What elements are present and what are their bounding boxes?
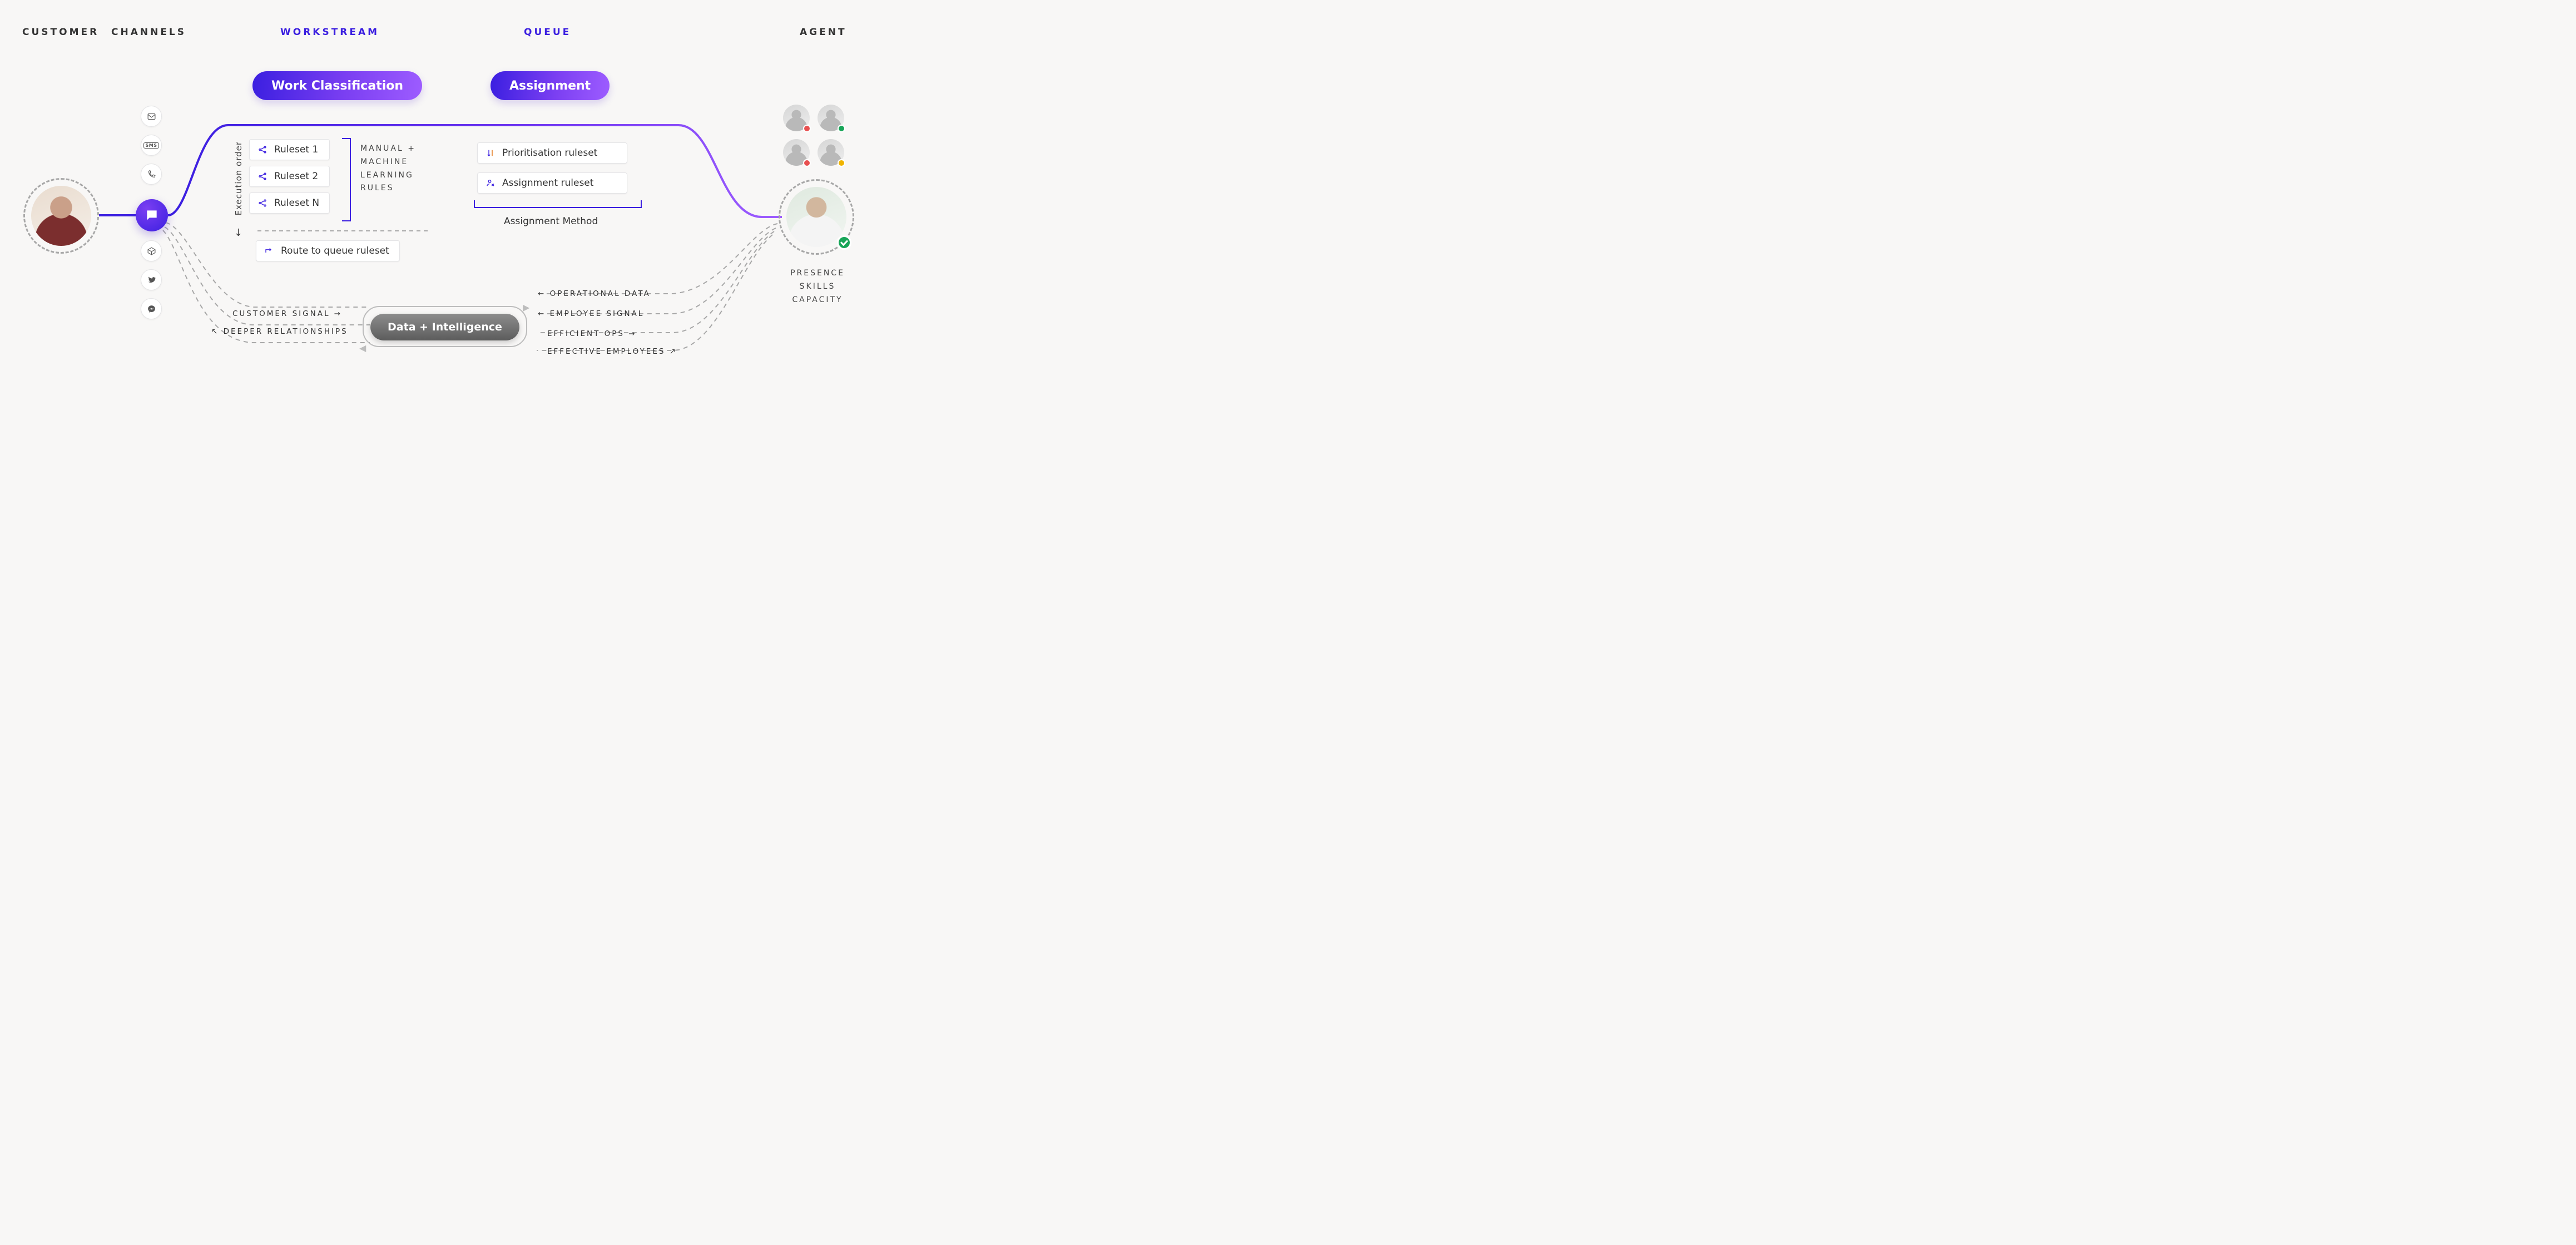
ruleset-n-label: Ruleset N [274,197,319,209]
effective-employees-label: EFFECTIVE EMPLOYEES ↗ [547,347,677,356]
employee-signal-label: ← EMPLOYEE SIGNAL [538,309,644,318]
loop-arrow-left-icon: ◀ [359,343,366,353]
col-queue: QUEUE [524,27,571,38]
ruleset-2-label: Ruleset 2 [274,171,318,182]
sms-icon: SMS [143,142,160,149]
status-away-icon [838,159,845,167]
agent-avatar-ring [779,179,854,255]
twitter-icon [147,275,156,285]
priority-icon [486,148,496,158]
data-intelligence-capsule: Data + Intelligence [370,314,519,340]
status-busy-icon [803,159,811,167]
channel-twitter [141,269,162,290]
connector-lines [0,0,859,415]
chat-icon [145,208,159,223]
mail-icon [147,112,156,121]
channel-sms: SMS [141,135,162,156]
assignment-ruleset-label: Assignment ruleset [502,177,593,189]
status-busy-icon [803,125,811,132]
customer-avatar [31,186,91,246]
execution-order-arrow-icon: ↓ [234,227,242,239]
execution-order-label: Execution order [234,141,244,215]
share-icon [257,171,267,181]
ruleset-bracket [342,138,351,221]
ruleset-card-2: Ruleset 2 [249,166,330,187]
assignment-method-label: Assignment Method [504,216,598,227]
col-channels: CHANNELS [111,27,186,38]
prioritisation-label: Prioritisation ruleset [502,147,597,159]
loop-arrow-right-icon: ▶ [523,302,529,313]
agent-attr-capacity: CAPACITY [780,294,855,307]
phone-icon [147,170,156,179]
share-icon [257,198,267,208]
route-icon [264,246,274,256]
channel-package [141,240,162,261]
small-agent-3 [783,139,810,166]
customer-signal-label: CUSTOMER SIGNAL → [232,309,342,318]
small-agent-4 [818,139,844,166]
col-workstream: WORKSTREAM [280,27,379,38]
agent-attr-presence: PRESENCE [780,267,855,280]
channel-email [141,106,162,127]
pill-work-classification-label: Work Classification [271,79,403,93]
assignment-ruleset-card: Assignment ruleset [477,172,627,194]
data-intelligence-label: Data + Intelligence [388,321,502,333]
messenger-icon [147,304,156,314]
pill-assignment-label: Assignment [509,79,591,93]
agent-attr-skills: SKILLS [780,280,855,294]
operational-data-label: ← OPERATIONAL DATA [538,289,651,298]
status-available-icon [838,125,845,132]
small-agent-2 [818,105,844,131]
channel-messenger [141,298,162,319]
ruleset-1-label: Ruleset 1 [274,144,318,155]
col-agent: AGENT [800,27,847,38]
efficient-ops-label: EFFICIENT OPS → [547,329,637,338]
pill-work-classification: Work Classification [252,71,422,100]
chat-hub [136,199,168,231]
ruleset-card-1: Ruleset 1 [249,139,330,160]
deeper-relationships-label: ↖ DEEPER RELATIONSHIPS [211,327,348,336]
share-icon [257,145,267,155]
ruleset-card-n: Ruleset N [249,192,330,214]
package-icon [147,246,156,256]
route-to-queue-card: Route to queue ruleset [256,240,400,261]
assignment-method-bracket [474,200,642,208]
status-available-check-icon [837,235,851,250]
channel-phone [141,164,162,185]
pill-assignment: Assignment [491,71,610,100]
small-agent-1 [783,105,810,131]
customer-avatar-ring [23,178,99,254]
manual-ml-label: MANUAL + MACHINE LEARNING RULES [360,142,416,195]
col-customer: CUSTOMER [22,27,99,38]
agent-avatar [786,187,846,247]
user-assign-icon [486,178,496,188]
prioritisation-card: Prioritisation ruleset [477,142,627,164]
route-to-queue-label: Route to queue ruleset [281,245,389,256]
